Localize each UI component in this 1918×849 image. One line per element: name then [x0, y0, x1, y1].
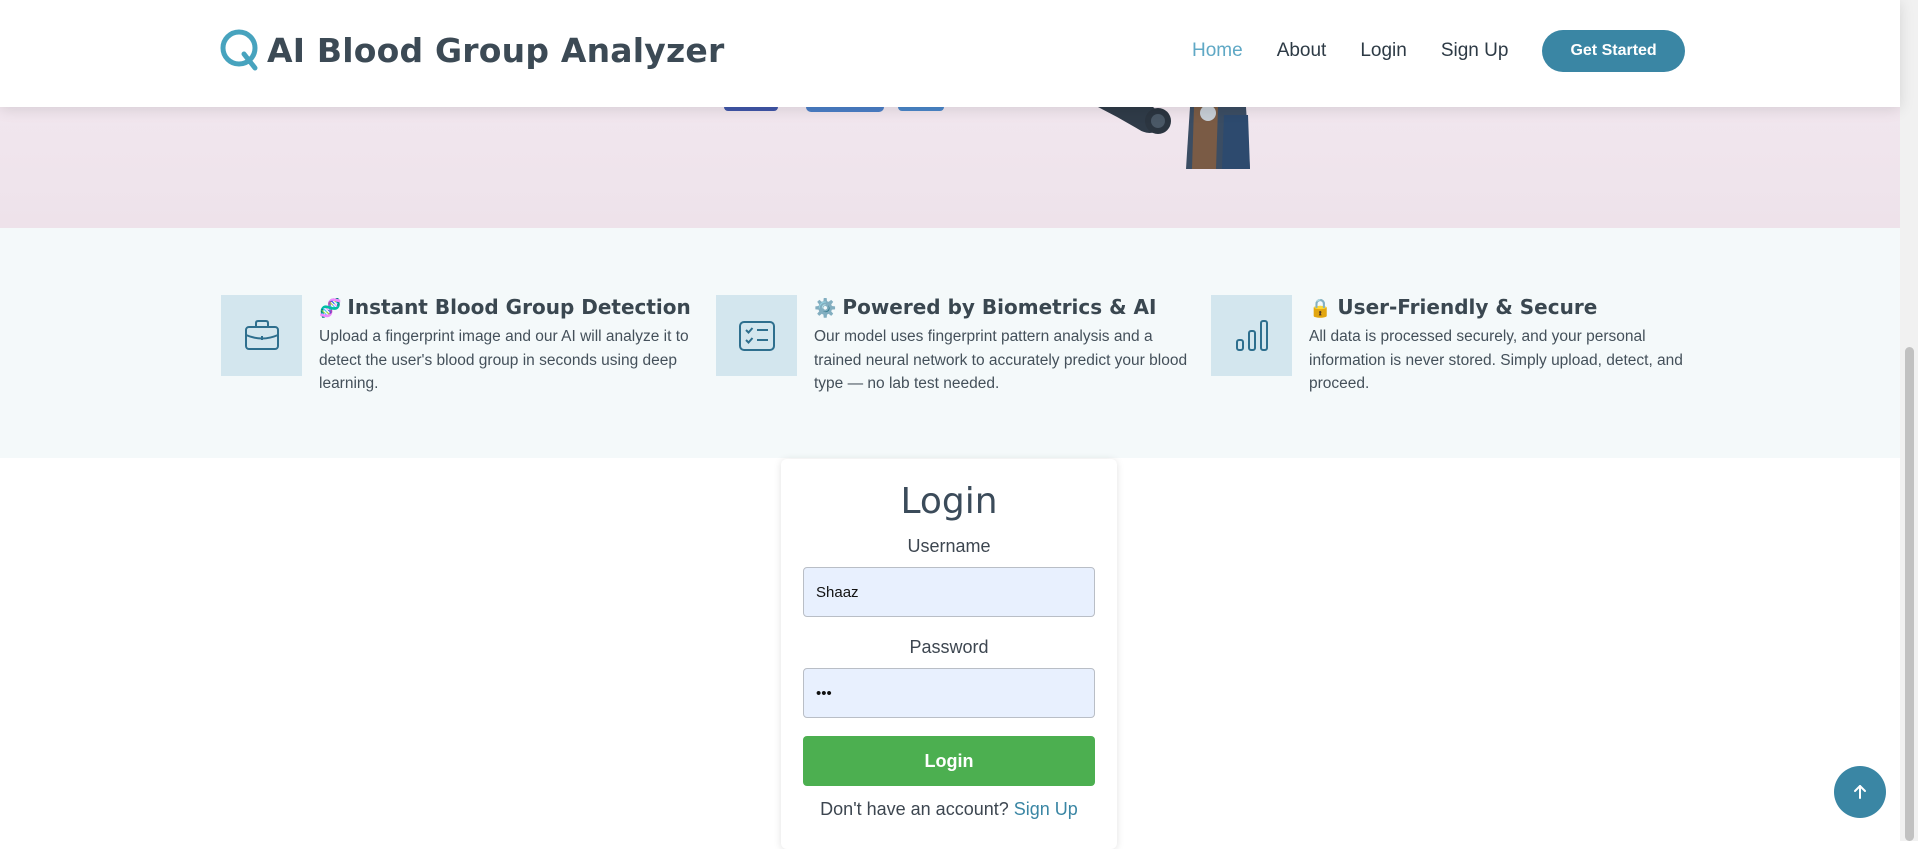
login-button[interactable]: Login: [803, 736, 1095, 786]
signup-prompt-text: Don't have an account?: [820, 799, 1009, 819]
feature-title: 🧬 Instant Blood Group Detection: [319, 295, 691, 319]
logo[interactable]: AI Blood Group Analyzer: [219, 28, 724, 72]
nav-home[interactable]: Home: [1192, 31, 1243, 71]
nav-signup[interactable]: Sign Up: [1441, 31, 1509, 71]
logo-text: AI Blood Group Analyzer: [267, 30, 725, 70]
arrow-up-icon: [1854, 785, 1866, 799]
checklist-icon: [738, 320, 775, 351]
username-input[interactable]: [803, 567, 1095, 617]
hero-decoration: [724, 107, 778, 111]
signup-link[interactable]: Sign Up: [1014, 799, 1078, 819]
feature-card: 🧬 Instant Blood Group Detection Upload a …: [221, 295, 699, 396]
briefcase-icon: [244, 319, 279, 350]
feature-title: 🔒 User-Friendly & Secure: [1309, 295, 1598, 319]
logo-q-icon: [220, 29, 258, 71]
password-label: Password: [909, 637, 989, 657]
get-started-button[interactable]: Get Started: [1542, 30, 1685, 72]
back-to-top-button[interactable]: [1834, 766, 1886, 818]
login-title: Login: [900, 481, 998, 522]
feature-icon-box: [221, 295, 302, 376]
site-header: AI Blood Group Analyzer Home About Login…: [0, 0, 1900, 107]
password-input[interactable]: [803, 668, 1095, 718]
features-section: 🧬 Instant Blood Group Detection Upload a …: [0, 228, 1900, 458]
lock-icon: 🔒: [1309, 298, 1332, 319]
feature-card: ⚙️ Powered by Biometrics & AI Our model u…: [716, 295, 1194, 396]
signup-prompt: Don't have an account? Sign Up: [781, 799, 1117, 820]
feature-card: 🔒 User-Friendly & Secure All data is proc…: [1211, 295, 1689, 396]
hero-section: [0, 107, 1900, 228]
gear-icon: ⚙️: [814, 298, 837, 319]
main-nav: Home About Login Sign Up Get Started: [1192, 30, 1685, 72]
hero-decoration: [806, 107, 884, 112]
feature-icon-box: [716, 295, 797, 376]
feature-description: Our model uses fingerprint pattern analy…: [814, 328, 1188, 392]
login-card: Login Username Password Login Don't have…: [781, 459, 1117, 849]
feature-title: ⚙️ Powered by Biometrics & AI: [814, 295, 1157, 319]
hero-decoration: [898, 107, 944, 111]
page-scrollbar[interactable]: [1900, 0, 1918, 841]
username-label: Username: [907, 536, 991, 556]
dna-icon: 🧬: [319, 298, 342, 319]
feature-icon-box: [1211, 295, 1292, 376]
hero-robot-image: [1098, 107, 1250, 169]
scrollbar-thumb[interactable]: [1905, 347, 1914, 841]
bar-chart-icon: [1235, 319, 1268, 351]
feature-description: All data is processed securely, and your…: [1309, 328, 1683, 392]
feature-description: Upload a fingerprint image and our AI wi…: [319, 328, 689, 392]
nav-about[interactable]: About: [1277, 31, 1327, 71]
nav-login[interactable]: Login: [1360, 31, 1407, 71]
